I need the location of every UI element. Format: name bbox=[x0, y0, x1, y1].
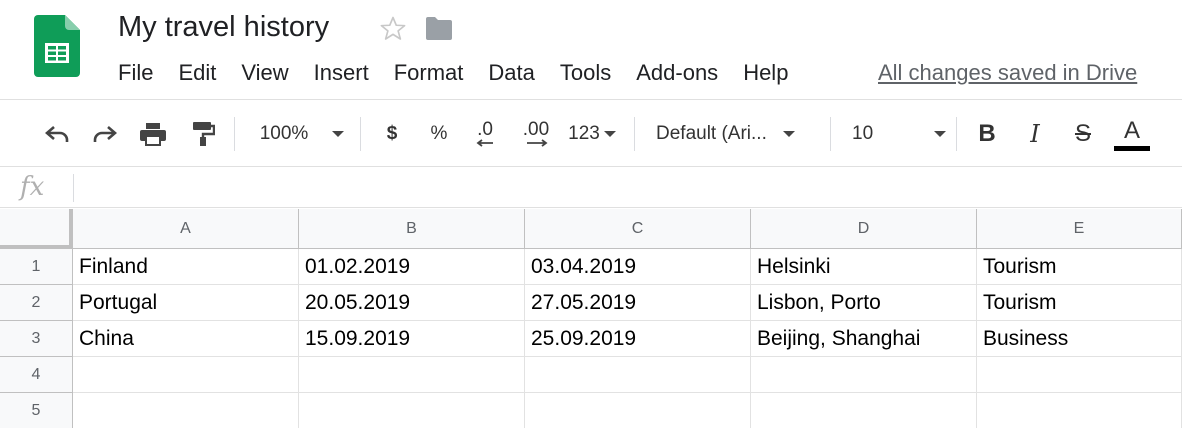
toolbar: 100% $ % .0 .00 123 Default (Ari... 10 B… bbox=[0, 101, 1182, 167]
cell-b5[interactable] bbox=[299, 393, 525, 428]
google-sheets-icon[interactable] bbox=[34, 15, 80, 77]
cell-d5[interactable] bbox=[751, 393, 977, 428]
cell-c5[interactable] bbox=[525, 393, 751, 428]
menu-add-ons[interactable]: Add-ons bbox=[636, 60, 718, 86]
percent-format-button[interactable]: % bbox=[424, 101, 454, 167]
document-title[interactable]: My travel history bbox=[118, 9, 329, 45]
text-color-bar bbox=[1114, 145, 1150, 151]
menu-bar: File Edit View Insert Format Data Tools … bbox=[118, 60, 788, 86]
chevron-down-icon bbox=[603, 131, 616, 137]
column-header-a[interactable]: A bbox=[73, 209, 299, 249]
title-bar: My travel history File Edit View Insert … bbox=[0, 0, 1182, 100]
cell-e3[interactable]: Business bbox=[977, 321, 1182, 357]
strikethrough-button[interactable]: S bbox=[1068, 101, 1098, 167]
cell-c1[interactable]: 03.04.2019 bbox=[525, 249, 751, 285]
menu-format[interactable]: Format bbox=[394, 60, 464, 86]
cell-e5[interactable] bbox=[977, 393, 1182, 428]
menu-help[interactable]: Help bbox=[743, 60, 788, 86]
row-header-2[interactable]: 2 bbox=[0, 285, 73, 321]
cell-c4[interactable] bbox=[525, 357, 751, 393]
cell-d3[interactable]: Beijing, Shanghai bbox=[751, 321, 977, 357]
menu-view[interactable]: View bbox=[241, 60, 288, 86]
more-formats-select[interactable]: 123 bbox=[564, 101, 620, 167]
font-family-value: Default (Ari... bbox=[656, 123, 767, 144]
arrow-left-icon bbox=[476, 139, 493, 147]
menu-data[interactable]: Data bbox=[488, 60, 534, 86]
menu-file[interactable]: File bbox=[118, 60, 153, 86]
column-header-b[interactable]: B bbox=[299, 209, 525, 249]
toolbar-divider bbox=[234, 117, 235, 151]
undo-icon[interactable] bbox=[40, 101, 74, 167]
menu-edit[interactable]: Edit bbox=[178, 60, 216, 86]
fx-icon: fx bbox=[20, 172, 45, 202]
font-family-select[interactable]: Default (Ari... bbox=[656, 101, 816, 167]
cell-a3[interactable]: China bbox=[73, 321, 299, 357]
folder-icon[interactable] bbox=[424, 16, 454, 47]
cell-b1[interactable]: 01.02.2019 bbox=[299, 249, 525, 285]
italic-button[interactable]: I bbox=[1020, 101, 1050, 167]
increase-decimal-button[interactable]: .00 bbox=[516, 101, 556, 167]
cell-c3[interactable]: 25.09.2019 bbox=[525, 321, 751, 357]
star-icon[interactable] bbox=[378, 14, 408, 49]
cell-e2[interactable]: Tourism bbox=[977, 285, 1182, 321]
menu-insert[interactable]: Insert bbox=[314, 60, 369, 86]
cell-c2[interactable]: 27.05.2019 bbox=[525, 285, 751, 321]
formula-divider bbox=[73, 174, 74, 202]
row-header-3[interactable]: 3 bbox=[0, 321, 73, 357]
menu-tools[interactable]: Tools bbox=[560, 60, 611, 86]
cell-d4[interactable] bbox=[751, 357, 977, 393]
cell-a1[interactable]: Finland bbox=[73, 249, 299, 285]
cell-b3[interactable]: 15.09.2019 bbox=[299, 321, 525, 357]
column-header-c[interactable]: C bbox=[525, 209, 751, 249]
chevron-down-icon bbox=[782, 131, 795, 137]
cell-a4[interactable] bbox=[73, 357, 299, 393]
row-header-4[interactable]: 4 bbox=[0, 357, 73, 393]
toolbar-divider bbox=[956, 117, 957, 151]
select-all-corner[interactable] bbox=[0, 209, 73, 249]
save-status-link[interactable]: All changes saved in Drive bbox=[878, 60, 1137, 86]
cell-d1[interactable]: Helsinki bbox=[751, 249, 977, 285]
font-size-select[interactable]: 10 bbox=[852, 101, 946, 167]
arrow-right-icon bbox=[527, 139, 548, 147]
row-header-5[interactable]: 5 bbox=[0, 393, 73, 428]
text-color-button[interactable]: A bbox=[1112, 101, 1152, 167]
formula-bar: fx bbox=[0, 168, 1182, 208]
zoom-select[interactable]: 100% bbox=[252, 101, 352, 167]
chevron-down-icon bbox=[934, 131, 946, 137]
column-header-e[interactable]: E bbox=[977, 209, 1182, 249]
redo-icon[interactable] bbox=[88, 101, 122, 167]
bold-button[interactable]: B bbox=[972, 101, 1002, 167]
font-size-value: 10 bbox=[852, 123, 874, 144]
cell-e1[interactable]: Tourism bbox=[977, 249, 1182, 285]
currency-format-button[interactable]: $ bbox=[378, 101, 406, 167]
chevron-down-icon bbox=[332, 131, 345, 137]
cell-a2[interactable]: Portugal bbox=[73, 285, 299, 321]
formula-input[interactable] bbox=[84, 174, 1174, 202]
toolbar-divider bbox=[360, 117, 361, 151]
cell-d2[interactable]: Lisbon, Porto bbox=[751, 285, 977, 321]
toolbar-divider bbox=[634, 117, 635, 151]
cell-a5[interactable] bbox=[73, 393, 299, 428]
cell-e4[interactable] bbox=[977, 357, 1182, 393]
row-header-1[interactable]: 1 bbox=[0, 249, 73, 285]
toolbar-divider bbox=[830, 117, 831, 151]
cell-b4[interactable] bbox=[299, 357, 525, 393]
zoom-value: 100% bbox=[259, 123, 309, 144]
paint-format-icon[interactable] bbox=[186, 101, 220, 167]
cell-b2[interactable]: 20.05.2019 bbox=[299, 285, 525, 321]
column-header-d[interactable]: D bbox=[751, 209, 977, 249]
spreadsheet-grid: A B C D E 1 2 3 4 5 Finland 01.02.2019 0… bbox=[0, 209, 1182, 428]
print-icon[interactable] bbox=[136, 101, 170, 167]
decrease-decimal-button[interactable]: .0 bbox=[468, 101, 502, 167]
